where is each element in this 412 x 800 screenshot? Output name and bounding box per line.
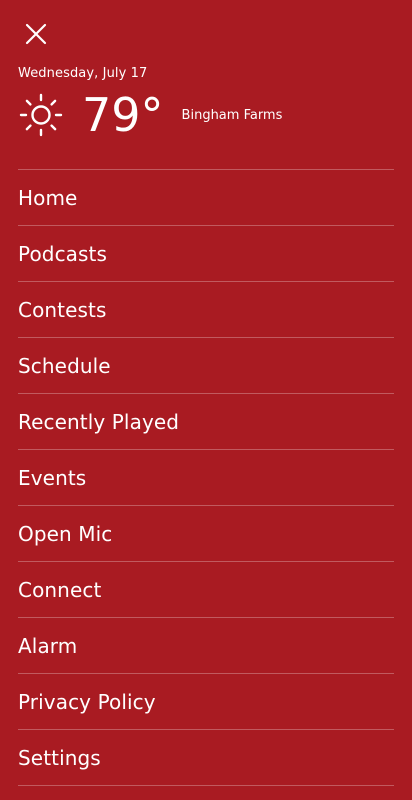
menu-item-alarm[interactable]: Alarm (18, 617, 394, 673)
menu-item-connect[interactable]: Connect (18, 561, 394, 617)
temperature: 79° (82, 88, 164, 142)
menu-item-schedule[interactable]: Schedule (18, 337, 394, 393)
menu-item-podcasts[interactable]: Podcasts (18, 225, 394, 281)
weather-widget: Wednesday, July 17 79° Bingham Farms (18, 66, 394, 140)
menu-item-privacy-policy[interactable]: Privacy Policy (18, 673, 394, 729)
close-icon (25, 23, 47, 45)
menu-item-events[interactable]: Events (18, 449, 394, 505)
menu-item-recently-played[interactable]: Recently Played (18, 393, 394, 449)
weather-date: Wednesday, July 17 (18, 66, 148, 81)
close-button[interactable] (18, 16, 54, 52)
menu-item-contests[interactable]: Contests (18, 281, 394, 337)
sun-icon (18, 92, 64, 138)
menu-item-home[interactable]: Home (18, 169, 394, 225)
menu-item-settings[interactable]: Settings (18, 729, 394, 786)
weather-location: Bingham Farms (181, 107, 283, 123)
nav-menu: Home Podcasts Contests Schedule Recently… (18, 169, 394, 786)
menu-item-open-mic[interactable]: Open Mic (18, 505, 394, 561)
weather-row: 79° Bingham Farms (18, 90, 394, 140)
